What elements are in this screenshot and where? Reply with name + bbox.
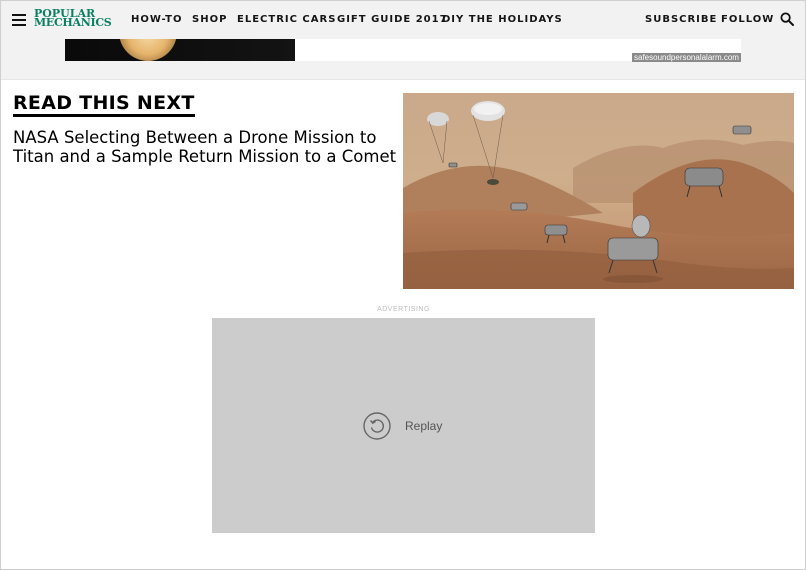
ad-url[interactable]: safesoundpersonalalarm.com: [632, 53, 741, 62]
site-logo[interactable]: POPULAR MECHANICS: [34, 8, 118, 31]
replay-icon: [363, 412, 391, 440]
top-ad-banner[interactable]: safesoundpersonalalarm.com: [1, 39, 805, 80]
article-thumbnail[interactable]: [403, 93, 794, 289]
video-ad-player[interactable]: Replay: [212, 318, 595, 533]
nav-electric-cars[interactable]: ELECTRIC CARS: [237, 14, 336, 25]
page-frame: POPULAR MECHANICS HOW-TO SHOP ELECTRIC C…: [0, 0, 806, 570]
follow-link[interactable]: FOLLOW: [721, 14, 774, 25]
hamburger-menu-icon[interactable]: [12, 13, 26, 26]
nav-shop[interactable]: SHOP: [192, 14, 227, 25]
site-header: POPULAR MECHANICS HOW-TO SHOP ELECTRIC C…: [1, 1, 805, 40]
nav-diy-holidays[interactable]: DIY THE HOLIDAYS: [442, 14, 563, 25]
advertising-label: ADVERTISING: [377, 306, 430, 313]
logo-line-2: MECHANICS: [34, 16, 112, 29]
ad-image[interactable]: [65, 39, 295, 61]
read-next-heading: READ THIS NEXT: [13, 92, 195, 117]
search-icon[interactable]: [780, 12, 794, 26]
replay-label: Replay: [405, 419, 443, 433]
nav-how-to[interactable]: HOW-TO: [131, 14, 182, 25]
replay-button[interactable]: Replay: [362, 411, 452, 441]
nav-gift-guide[interactable]: GIFT GUIDE 2017: [337, 14, 448, 25]
subscribe-link[interactable]: SUBSCRIBE: [645, 14, 717, 25]
article-headline-link[interactable]: NASA Selecting Between a Drone Mission t…: [13, 128, 398, 166]
